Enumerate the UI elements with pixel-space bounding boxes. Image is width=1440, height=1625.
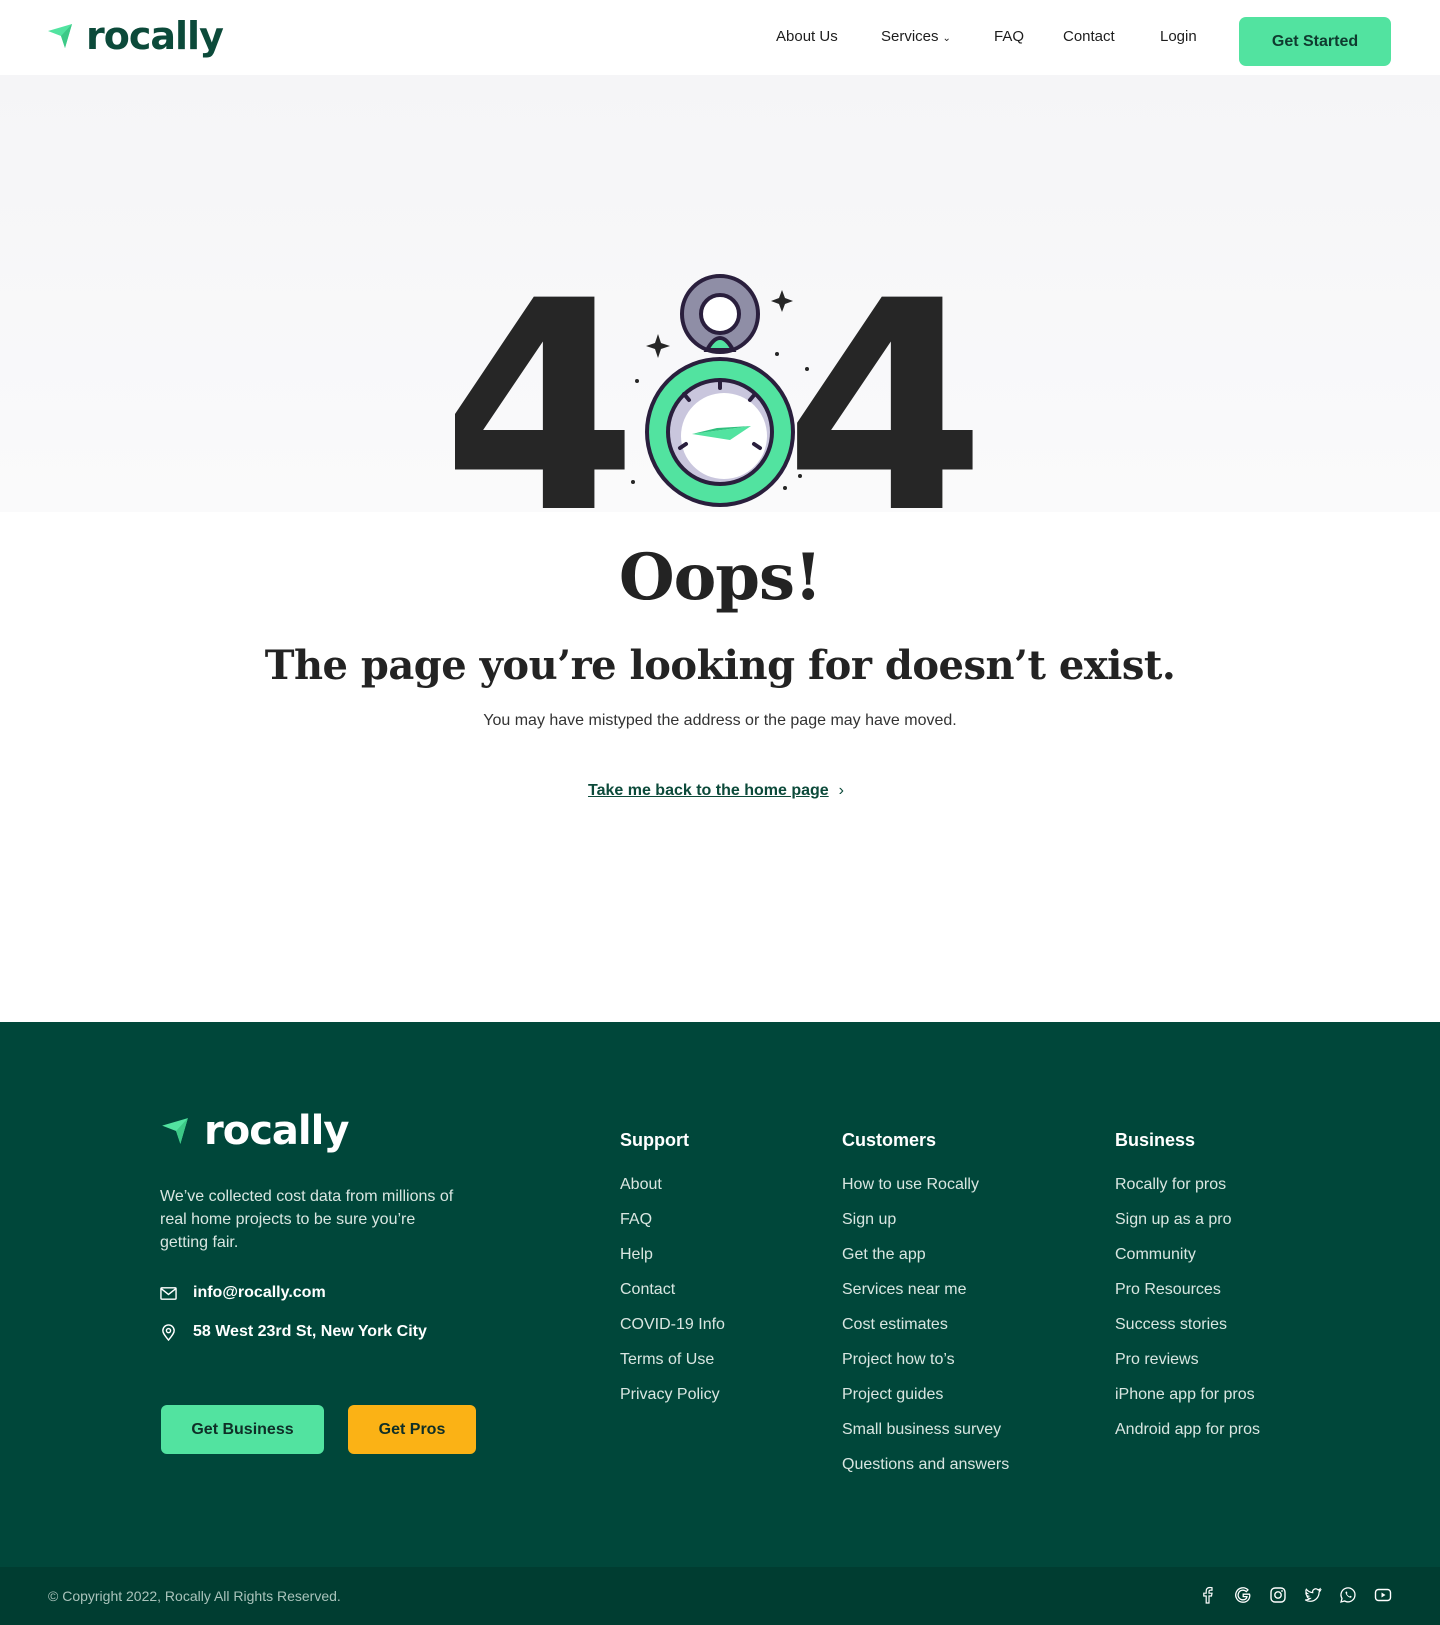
dot-decoration	[783, 486, 787, 490]
footer-link[interactable]: Android app for pros	[1115, 1420, 1260, 1455]
footer-link[interactable]: Cost estimates	[842, 1315, 1009, 1350]
sparkle-icon	[646, 334, 670, 358]
nav-login[interactable]: Login	[1160, 28, 1197, 45]
youtube-icon[interactable]	[1374, 1586, 1392, 1604]
footer-link[interactable]: Success stories	[1115, 1315, 1260, 1350]
footer-link[interactable]: Services near me	[842, 1280, 1009, 1315]
footer-link[interactable]: Sign up as a pro	[1115, 1210, 1260, 1245]
paper-plane-icon	[162, 1118, 188, 1144]
footer-link[interactable]: Sign up	[842, 1210, 1009, 1245]
instagram-icon[interactable]	[1269, 1586, 1287, 1604]
nav-services[interactable]: Services ⌄	[881, 28, 951, 45]
dot-decoration	[635, 379, 639, 383]
footer-link[interactable]: About	[620, 1175, 725, 1210]
google-icon[interactable]	[1234, 1586, 1252, 1604]
dot-decoration	[798, 474, 802, 478]
footer-link[interactable]: Questions and answers	[842, 1455, 1009, 1490]
footer-link[interactable]: COVID-19 Info	[620, 1315, 725, 1350]
page-title: Oops!	[618, 540, 822, 615]
footer-link[interactable]: FAQ	[620, 1210, 725, 1245]
footer-logo-text: rocally	[204, 1108, 349, 1154]
dot-decoration	[631, 480, 635, 484]
nav-faq[interactable]: FAQ	[994, 28, 1024, 45]
footer-link[interactable]: How to use Rocally	[842, 1175, 1009, 1210]
site-header: rocally About Us Services ⌄ FAQ Contact L…	[0, 0, 1440, 75]
nav-contact[interactable]: Contact	[1063, 28, 1115, 45]
404-illustration: 4 4	[455, 270, 986, 525]
chevron-right-icon: ›	[838, 782, 844, 799]
nav-about-us[interactable]: About Us	[776, 28, 838, 45]
get-business-button[interactable]: Get Business	[161, 1405, 324, 1454]
footer-link[interactable]: Rocally for pros	[1115, 1175, 1260, 1210]
dot-decoration	[775, 352, 779, 356]
footer-link[interactable]: Community	[1115, 1245, 1260, 1280]
social-links	[1199, 1586, 1392, 1604]
compass-icon	[645, 274, 795, 507]
footer-link[interactable]: Project guides	[842, 1385, 1009, 1420]
footer-link[interactable]: Help	[620, 1245, 725, 1280]
footer-link[interactable]: Small business survey	[842, 1420, 1009, 1455]
footer-link[interactable]: Privacy Policy	[620, 1385, 725, 1420]
facebook-icon[interactable]	[1199, 1586, 1217, 1604]
footer-column-customers: Customers How to use Rocally Sign up Get…	[842, 1130, 1009, 1490]
mail-icon	[160, 1286, 177, 1300]
location-pin-icon	[162, 1323, 175, 1341]
main-nav: About Us Services ⌄ FAQ Contact Login	[0, 28, 1440, 52]
footer-column-title: Support	[620, 1130, 689, 1150]
get-started-button[interactable]: Get Started	[1239, 17, 1391, 66]
digit-four-right: 4	[784, 270, 986, 525]
home-page-link-label: Take me back to the home page	[588, 782, 829, 799]
home-page-link[interactable]: Take me back to the home page ›	[588, 782, 844, 800]
site-footer: rocally We’ve collected cost data from m…	[0, 1022, 1440, 1567]
footer-link[interactable]: iPhone app for pros	[1115, 1385, 1260, 1420]
get-pros-button[interactable]: Get Pros	[348, 1405, 476, 1454]
digit-four-left: 4	[455, 270, 638, 525]
page-description: You may have mistyped the address or the…	[483, 712, 957, 729]
footer-link[interactable]: Pro reviews	[1115, 1350, 1260, 1385]
footer-address-text: 58 West 23rd St, New York City	[193, 1323, 427, 1340]
page-subtitle: The page you’re looking for doesn’t exis…	[264, 642, 1176, 689]
footer-link[interactable]: Terms of Use	[620, 1350, 725, 1385]
dot-decoration	[805, 367, 809, 371]
footer-link[interactable]: Project how to’s	[842, 1350, 1009, 1385]
footer-bottom-bar: © Copyright 2022, Rocally All Rights Res…	[0, 1567, 1440, 1625]
footer-column-title: Business	[1115, 1130, 1196, 1150]
footer-link[interactable]: Get the app	[842, 1245, 1009, 1280]
footer-address: 58 West 23rd St, New York City	[160, 1323, 427, 1341]
footer-link[interactable]: Contact	[620, 1280, 725, 1315]
footer-column-business: Business Rocally for pros Sign up as a p…	[1115, 1130, 1260, 1455]
twitter-icon[interactable]	[1304, 1586, 1322, 1604]
nav-services-label: Services	[881, 28, 939, 45]
copyright-text: © Copyright 2022, Rocally All Rights Res…	[48, 1588, 341, 1604]
footer-column-title: Customers	[842, 1130, 937, 1150]
chevron-down-icon: ⌄	[942, 33, 951, 44]
footer-link[interactable]: Pro Resources	[1115, 1280, 1260, 1315]
footer-column-support: Support About FAQ Help Contact COVID-19 …	[620, 1130, 725, 1420]
footer-email[interactable]: info@rocally.com	[160, 1284, 326, 1302]
footer-logo[interactable]: rocally	[160, 1108, 349, 1154]
footer-about-text: We’ve collected cost data from millions …	[160, 1188, 454, 1251]
footer-email-text: info@rocally.com	[193, 1284, 326, 1301]
whatsapp-icon[interactable]	[1339, 1586, 1357, 1604]
